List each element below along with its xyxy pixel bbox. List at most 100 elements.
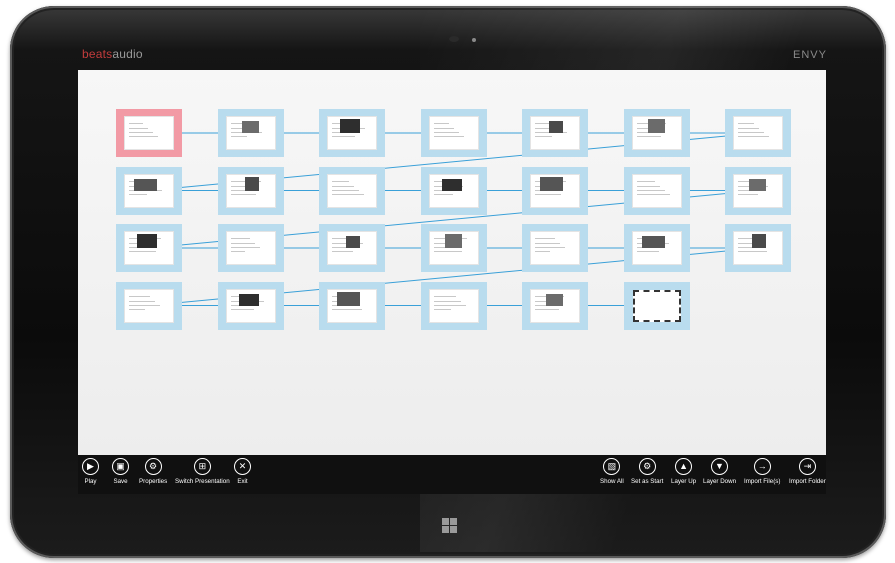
layer-up-icon: ▲ [675, 458, 693, 475]
slide-text-line [738, 128, 759, 129]
slide-thumbnail[interactable] [623, 109, 690, 157]
slide-thumbnail[interactable] [623, 281, 690, 330]
slide-preview [225, 231, 276, 265]
slide-text-line [230, 136, 247, 137]
play-icon: ▶ [82, 458, 99, 475]
layer-down-button[interactable]: ▼ Layer Down [703, 458, 736, 485]
slide-text-line [433, 251, 462, 252]
slide-text-line [129, 136, 158, 137]
slide-thumbnail[interactable] [725, 224, 791, 272]
slide-thumbnail[interactable] [420, 224, 487, 272]
save-button[interactable]: ▣ Save [112, 458, 129, 485]
slide-thumbnail[interactable] [725, 166, 791, 215]
slide-image [749, 178, 766, 191]
exit-button[interactable]: ✕ Exit [234, 458, 251, 485]
slide-thumbnail[interactable] [522, 224, 588, 272]
start-slide-thumbnail[interactable] [116, 109, 182, 157]
slide-text-line [636, 185, 660, 187]
slide-preview [733, 116, 783, 150]
slide-thumbnail[interactable] [217, 166, 284, 215]
slide-text-line [433, 295, 456, 297]
play-button[interactable]: ▶ Play [82, 458, 99, 485]
app-bar-label: Properties [139, 478, 168, 485]
slide-thumbnail[interactable] [725, 109, 791, 157]
slide-text-line [332, 136, 355, 137]
slide-thumbnail[interactable] [319, 109, 385, 157]
slide-text-line [433, 300, 461, 302]
slide-preview [428, 116, 479, 150]
slide-thumbnail[interactable] [623, 166, 690, 215]
slide-text-line [738, 193, 758, 195]
slide-image [546, 293, 563, 306]
properties-button[interactable]: ⚙ Properties [139, 458, 167, 485]
slide-preview [327, 173, 377, 208]
slide-text-line [230, 243, 255, 244]
slide-text-line [433, 123, 449, 124]
switch-presentation-button[interactable]: ⊞ Switch Presentation [175, 458, 230, 485]
slide-image [346, 236, 360, 248]
slide-text-line [535, 193, 561, 195]
import-folder-button[interactable]: ⇥ Import Folder [789, 458, 826, 485]
slide-text-line [636, 193, 670, 195]
slide-preview [124, 116, 174, 150]
slide-text-line [230, 251, 245, 252]
slide-image [444, 234, 462, 248]
app-bar-label: Exit [237, 478, 248, 485]
slide-preview [124, 288, 174, 323]
slide-thumbnail[interactable] [116, 166, 182, 215]
slide-thumbnail[interactable] [217, 224, 284, 272]
slide-thumbnail[interactable] [319, 166, 385, 215]
slide-thumbnail[interactable] [116, 224, 182, 272]
set-as-start-button[interactable]: ⚙ Set as Start [631, 458, 663, 485]
slide-preview [530, 173, 580, 208]
import-file-s-button[interactable]: → Import File(s) [744, 458, 780, 485]
slide-thumbnail[interactable] [217, 281, 284, 330]
slide-thumbnail[interactable] [116, 281, 182, 330]
slide-thumbnail[interactable] [420, 166, 487, 215]
slide-preview [631, 231, 682, 265]
slide-thumbnail[interactable] [420, 109, 487, 157]
slide-thumbnail[interactable] [319, 281, 385, 330]
slide-text-line [129, 300, 155, 302]
gear-icon: ⚙ [638, 458, 656, 475]
beats-audio-logo: beatsaudio [82, 47, 143, 61]
slide-text-line [433, 193, 453, 195]
import-folder-icon: ⇥ [798, 458, 816, 475]
app-bar-label: Import File(s) [744, 478, 781, 485]
slide-preview [124, 173, 174, 208]
app-bar-label: Save [113, 478, 128, 485]
slide-text-line [433, 136, 464, 137]
slide-thumbnail[interactable] [217, 109, 284, 157]
slide-text-line [433, 132, 459, 133]
slide-text-line [129, 193, 147, 195]
slide-preview [631, 173, 682, 208]
slide-thumbnail[interactable] [522, 281, 588, 330]
slide-text-line [433, 308, 451, 310]
slide-text-line [129, 304, 160, 306]
slide-image [549, 121, 563, 133]
app-bar-label: Import Folder [789, 478, 826, 485]
slide-image [244, 176, 259, 191]
slide-preview [733, 173, 783, 208]
slide-text-line [738, 136, 769, 137]
slide-text-line [230, 238, 250, 239]
slide-thumbnail[interactable] [522, 166, 588, 215]
camera-lens [449, 36, 459, 42]
show-all-button[interactable]: ▧ Show All [600, 458, 624, 485]
app-bar-label: Play [84, 478, 97, 485]
app-bar-label: Show All [600, 478, 624, 485]
slide-text-line [230, 185, 246, 187]
slide-thumbnail[interactable] [420, 281, 487, 330]
envy-logo: ENVY [793, 49, 827, 61]
slide-text-line [535, 243, 560, 244]
windows-button[interactable] [442, 518, 457, 533]
slide-thumbnail[interactable] [522, 109, 588, 157]
layer-up-button[interactable]: ▲ Layer Up [671, 458, 696, 485]
slide-thumbnail[interactable] [319, 224, 385, 272]
slide-thumbnail[interactable] [623, 224, 690, 272]
slide-preview [225, 116, 276, 150]
slide-text-line [433, 128, 454, 129]
slide-image [337, 291, 360, 306]
import-file-icon: → [753, 458, 771, 475]
slide-text-line [129, 128, 148, 129]
